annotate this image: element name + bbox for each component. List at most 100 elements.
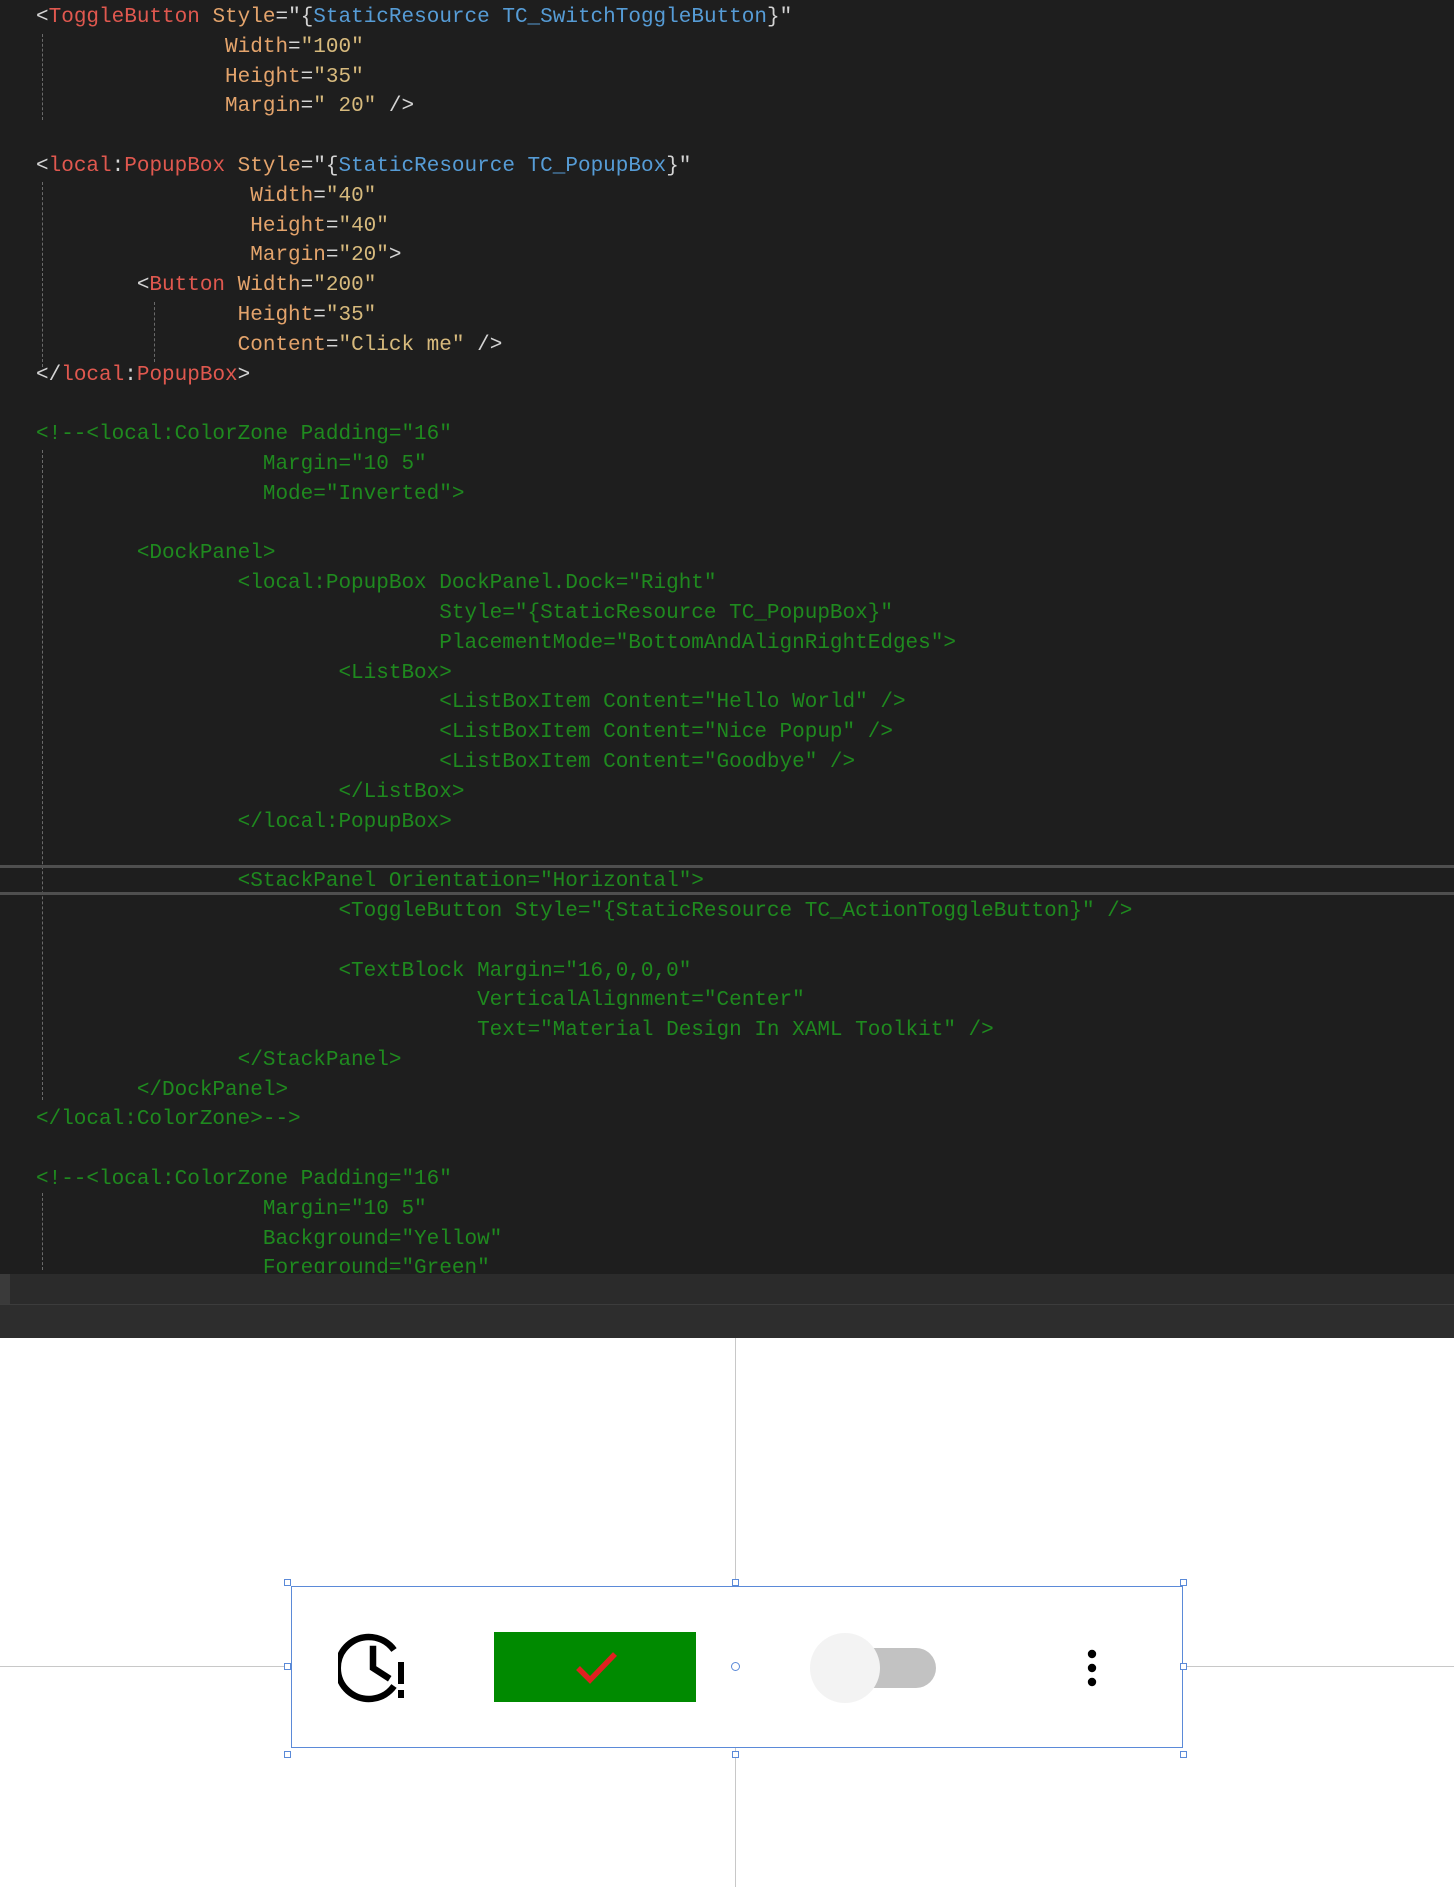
code-token: StaticResource [313,6,490,29]
code-line[interactable]: Margin="20"> [36,241,1454,271]
code-token: "35" [325,303,377,327]
code-token: }" [766,6,793,29]
code-line[interactable]: <ToggleButton Style="{StaticResource TC_… [36,897,1454,927]
code-editor[interactable]: < ToggleButton Style="{StaticResource TC_… [0,0,1454,1338]
code-line[interactable]: <!--<local:ColorZone Padding="16" [36,1165,1454,1195]
code-lines[interactable]: < ToggleButton Style="{StaticResource TC_… [36,3,1454,1273]
code-line[interactable]: Width="40" [36,182,1454,212]
code-token: <ListBox> [36,661,452,685]
code-line[interactable]: VerticalAlignment="Center" [36,986,1454,1016]
code-token: = [325,214,339,238]
code-line[interactable]: Content="Click me" /> [36,331,1454,361]
code-token: </DockPanel> [36,1078,289,1102]
code-token: <StackPanel Orientation="Horizontal"> [36,870,704,894]
code-line[interactable]: Width="100" [36,33,1454,63]
design-surface[interactable] [0,1338,1454,1887]
code-line[interactable] [36,510,1454,540]
code-line[interactable]: <local:PopupBox DockPanel.Dock="Right" [36,569,1454,599]
code-line[interactable]: <ListBox> [36,659,1454,689]
code-token: "Click me" [338,333,465,357]
clock-alert-icon[interactable] [338,1630,412,1704]
code-token: =" [275,6,301,29]
resize-handle-right[interactable] [1180,1663,1187,1670]
resize-handle-top-left[interactable] [284,1579,291,1586]
code-line[interactable]: Text="Material Design In XAML Toolkit" /… [36,1016,1454,1046]
switch-toggle-thumb[interactable] [810,1633,880,1703]
code-token: <local:PopupBox DockPanel.Dock="Right" [36,572,717,596]
code-line[interactable]: Margin=" 20" /> [36,92,1454,122]
code-token: <ListBoxItem Content="Nice Popup" /> [36,721,893,745]
code-token: <TextBlock Margin="16,0,0,0" [36,959,692,983]
code-token: "35" [313,65,364,89]
editor-splitter[interactable] [0,1304,1454,1338]
code-line[interactable]: Height="35" [36,63,1454,93]
code-token: = [300,95,314,119]
code-token: StaticResource [338,154,515,178]
code-token: Width [36,184,314,208]
code-token: Width [225,274,301,298]
code-token: Style="{StaticResource TC_PopupBox}" [36,601,893,625]
horizontal-scrollbar[interactable] [0,1274,1454,1304]
code-line[interactable] [36,1135,1454,1165]
resize-handle-bottom-right[interactable] [1180,1751,1187,1758]
code-line[interactable]: <Button Width="200" [36,271,1454,301]
code-line[interactable] [36,837,1454,867]
resize-handle-top[interactable] [732,1579,739,1586]
code-line[interactable]: Style="{StaticResource TC_PopupBox}" [36,599,1454,629]
code-token: { [300,6,314,29]
code-line[interactable]: </ListBox> [36,778,1454,808]
code-line[interactable]: PlacementMode="BottomAndAlignRightEdges"… [36,629,1454,659]
code-line[interactable]: </local:PopupBox> [36,808,1454,838]
code-token: = [325,333,339,357]
resize-handle-left[interactable] [284,1663,291,1670]
code-line[interactable]: <!--<local:ColorZone Padding="16" [36,420,1454,450]
code-line[interactable]: Foreground="Green" [36,1254,1454,1273]
code-token: > [237,363,251,387]
code-token: Style [199,6,276,29]
code-token: = [300,65,314,89]
code-line[interactable]: Height="35" [36,301,1454,331]
code-line[interactable]: </local:PopupBox> [36,361,1454,391]
code-line[interactable]: <ListBoxItem Content="Hello World" /> [36,688,1454,718]
code-token: <DockPanel> [36,542,276,566]
code-token: </ListBox> [36,780,465,804]
code-token: "100" [300,35,364,59]
code-token: PlacementMode="BottomAndAlignRightEdges"… [36,631,956,655]
resize-handle-top-right[interactable] [1180,1579,1187,1586]
code-token: = [288,35,301,59]
code-line[interactable]: <DockPanel> [36,539,1454,569]
resize-handle-bottom[interactable] [732,1751,739,1758]
code-line[interactable]: <StackPanel Orientation="Horizontal"> [36,867,1454,897]
code-line[interactable]: Height="40" [36,212,1454,242]
code-token: Text="Material Design In XAML Toolkit" /… [36,1019,994,1043]
code-line[interactable]: <ToggleButton Style="{StaticResource TC_… [36,3,1454,33]
code-line[interactable]: Background="Yellow" [36,1225,1454,1255]
code-token: Height [36,303,314,327]
code-token: " 20" [313,95,377,119]
code-line[interactable]: </StackPanel> [36,1046,1454,1076]
code-token: Style [225,154,301,178]
code-line[interactable]: Margin="10 5" [36,1195,1454,1225]
code-line[interactable] [36,122,1454,152]
code-token: ToggleButton [48,6,200,29]
code-token: PopupBox [136,363,238,387]
code-line[interactable]: Margin="10 5" [36,450,1454,480]
code-token: < [36,274,150,298]
code-token: /> [376,95,415,119]
code-token: Margin="10 5" [36,1197,427,1221]
dots-vertical-icon[interactable] [1082,1646,1102,1690]
code-line[interactable]: Mode="Inverted"> [36,480,1454,510]
code-line[interactable]: </DockPanel> [36,1076,1454,1106]
code-line[interactable]: </local:ColorZone>--> [36,1105,1454,1135]
code-token: /> [464,333,503,357]
action-toggle-button[interactable] [494,1632,696,1702]
resize-handle-bottom-left[interactable] [284,1751,291,1758]
scrollbar-thumb[interactable] [0,1274,10,1304]
code-line[interactable]: <local:PopupBox Style="{StaticResource T… [36,152,1454,182]
code-line[interactable]: <TextBlock Margin="16,0,0,0" [36,957,1454,987]
code-line[interactable] [36,390,1454,420]
center-anchor[interactable] [731,1662,740,1671]
code-line[interactable]: <ListBoxItem Content="Goodbye" /> [36,748,1454,778]
code-line[interactable]: <ListBoxItem Content="Nice Popup" /> [36,718,1454,748]
code-line[interactable] [36,927,1454,957]
